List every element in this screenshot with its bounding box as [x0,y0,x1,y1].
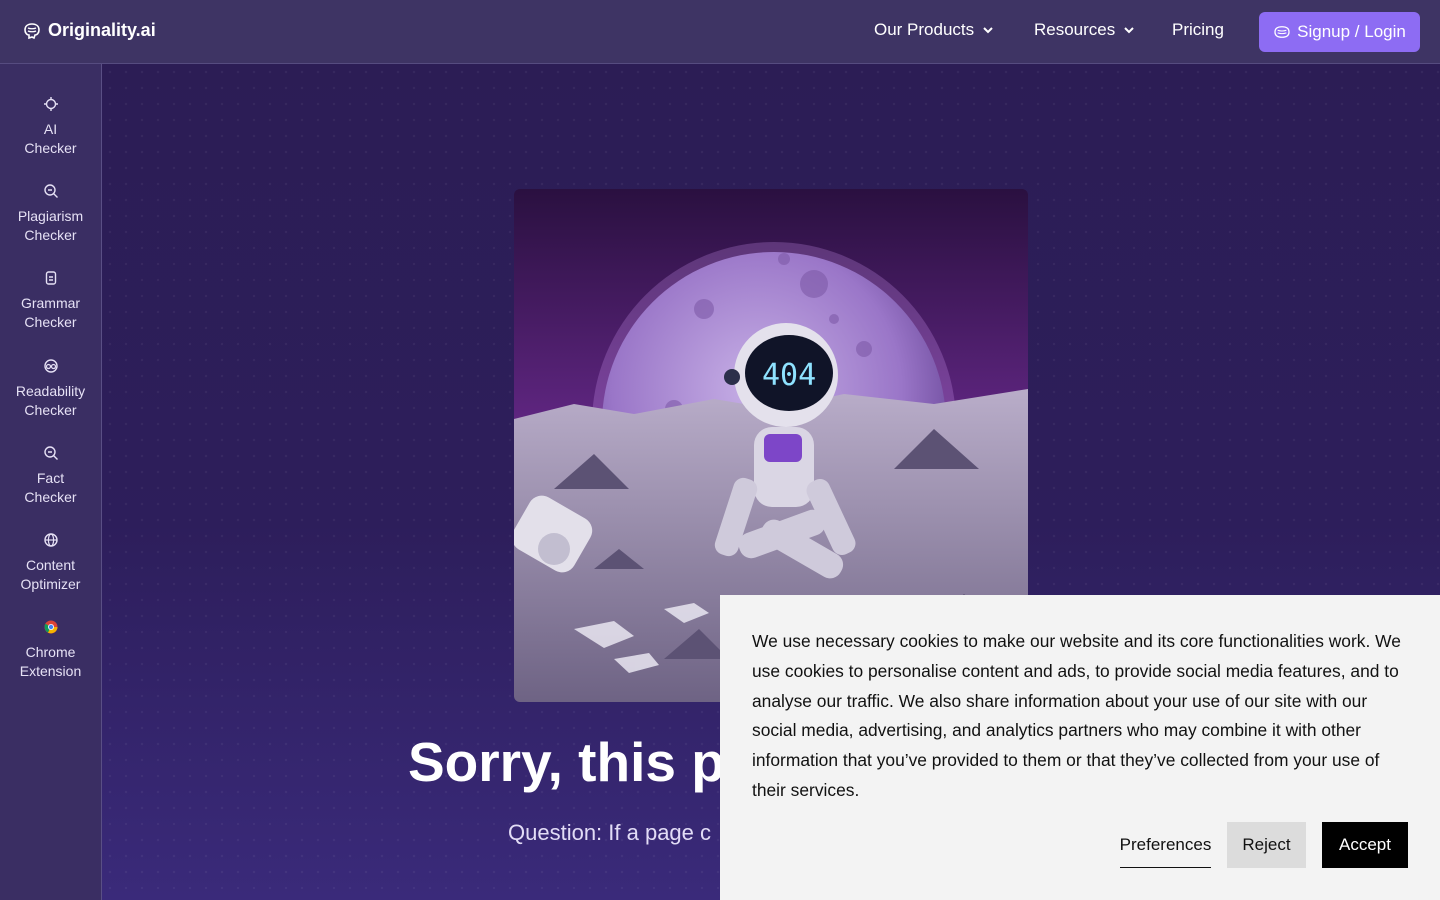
logo-text: Originality.ai [48,20,156,40]
page-title: Sorry, this pa [408,731,756,793]
page-subtitle: Question: If a page c [508,820,712,845]
sidebar-item-fact-checker[interactable]: Fact Checker [0,445,101,507]
reject-button[interactable]: Reject [1227,822,1306,868]
nav-pricing[interactable]: Pricing [1172,20,1224,40]
cookie-message: We use necessary cookies to make our web… [752,631,1401,800]
top-navbar: Originality.ai Our Products Resources Pr… [0,0,1440,64]
sidebar-item-chrome-extension[interactable]: Chrome Extension [0,619,101,681]
sidebar-item-label: Checker [24,489,77,505]
sidebar-item-grammar-checker[interactable]: Grammar Checker [0,270,101,332]
cookie-consent-banner: We use necessary cookies to make our web… [720,595,1440,900]
nav-resources[interactable]: Resources [1034,20,1135,40]
sidebar-item-plagiarism-checker[interactable]: Plagiarism Checker [0,183,101,245]
clipboard-icon [45,271,56,285]
sidebar-item-label: Checker [24,227,77,243]
preferences-button[interactable]: Preferences [1120,822,1211,868]
robot-visor-text: 404 [762,358,816,393]
sidebar-item-label: Checker [24,402,77,418]
sidebar-item-readability-checker[interactable]: Readability Checker [0,358,101,420]
sidebar-item-label: Checker [24,314,77,330]
sidebar-item-label: Readability [15,383,86,399]
brain-icon [1274,26,1290,38]
signup-login-button[interactable]: Signup / Login [1259,12,1420,52]
signup-login-label: Signup / Login [1297,22,1406,41]
magnify-icon [43,446,58,460]
accept-button[interactable]: Accept [1322,822,1408,868]
nav-our-products-label: Our Products [874,20,975,39]
chevron-down-icon [983,27,993,34]
sidebar-item-label: Extension [19,663,82,679]
sidebar-item-label: Content [25,557,76,573]
sidebar-item-label: AI [43,121,58,137]
sidebar-item-label: Fact [36,470,65,486]
tools-sidebar: AI Checker Plagiarism Checker Grammar Ch… [0,64,102,900]
logo-link[interactable]: Originality.ai [22,20,156,41]
chrome-icon [44,620,57,634]
sidebar-item-label: Optimizer [20,576,81,592]
nav-our-products[interactable]: Our Products [874,20,994,40]
sidebar-item-ai-checker[interactable]: AI Checker [0,96,101,158]
nav-pricing-label: Pricing [1172,20,1224,39]
chevron-down-icon [1124,27,1134,34]
brain-icon [24,22,40,39]
glasses-icon [43,359,58,373]
globe-icon [43,533,58,547]
nav-resources-label: Resources [1034,20,1116,39]
chip-icon [43,97,58,111]
sidebar-item-label: Chrome [25,644,76,660]
sidebar-item-label: Checker [24,140,77,156]
sidebar-item-label: Plagiarism [17,208,84,224]
sidebar-item-content-optimizer[interactable]: Content Optimizer [0,532,101,594]
sidebar-item-label: Grammar [20,295,81,311]
search-icon [43,184,58,198]
